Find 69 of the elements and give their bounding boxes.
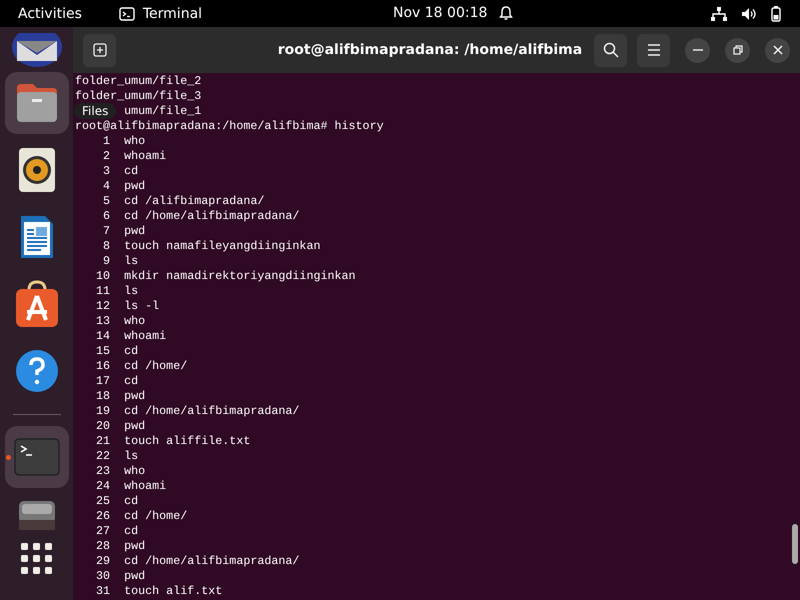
terminal-line: 30 pwd (95, 569, 146, 583)
terminal-line: 1 who (102, 134, 146, 148)
new-tab-button[interactable] (83, 34, 116, 66)
terminal-line: 7 pwd (102, 224, 146, 238)
terminal-line: 21 touch aliffile.txt (95, 434, 250, 448)
new-tab-icon (92, 43, 106, 57)
terminal-line: folder_umum/file_3 (75, 89, 202, 103)
window-title: root@alifbimapradana: /home/alifbima (276, 42, 584, 58)
terminal-line: 28 pwd (95, 539, 146, 553)
minimize-icon (692, 49, 702, 51)
close-icon (772, 45, 782, 55)
search-icon (602, 42, 618, 58)
activities-button[interactable]: Activities (18, 6, 82, 22)
terminal-line: umum/file_1 (124, 104, 202, 118)
minimize-button[interactable] (685, 38, 710, 62)
terminal-line: 17 cd (95, 374, 138, 388)
battery-icon[interactable] (771, 6, 781, 22)
search-button[interactable] (594, 34, 627, 66)
terminal-line: 8 touch namafileyangdiinginkan (102, 239, 320, 253)
folder-icon (14, 82, 58, 124)
terminal-line: 23 who (95, 464, 146, 478)
close-button[interactable] (765, 38, 790, 62)
terminal-line: 11 ls (95, 284, 138, 298)
volume-icon[interactable] (741, 6, 757, 20)
terminal-line: 27 cd (95, 524, 138, 538)
terminal-icon (118, 6, 135, 20)
terminal-line: 31 touch alif.txt (95, 584, 222, 598)
bell-icon[interactable] (499, 5, 513, 21)
terminal-line: 24 whoami (95, 479, 166, 493)
document-icon (18, 214, 54, 260)
terminal-line: 15 cd (95, 344, 138, 358)
terminal-line: 9 ls (102, 254, 138, 268)
terminal-line: 29 cd /home/alifbimapradana/ (95, 554, 300, 568)
maximize-button[interactable] (725, 38, 750, 62)
terminal-line: 14 whoami (95, 329, 166, 343)
menu-icon (646, 44, 660, 56)
terminal-line: folder_umum/file_2 (75, 74, 202, 88)
terminal-line: root@alifbimapradana:/home/alifbima# history (75, 119, 384, 133)
clock[interactable]: Nov 18 00:18 (393, 5, 488, 21)
grid-icon (20, 543, 52, 575)
terminal-line: 25 cd (95, 494, 138, 508)
network-icon[interactable] (711, 6, 727, 20)
terminal-line: 4 pwd (102, 179, 146, 193)
terminal-line: 5 cd /alifbimapradana/ (102, 194, 264, 208)
terminal-line: 13 who (95, 314, 146, 328)
speaker-icon (18, 147, 56, 193)
terminal-line: 6 cd /home/alifbimapradana/ (102, 209, 300, 223)
bird-envelope-icon (10, 33, 62, 67)
terminal-line: 2 whoami (102, 149, 166, 163)
terminal-icon (14, 438, 60, 476)
terminal-line: 19 cd /home/alifbimapradana/ (95, 404, 300, 418)
drive-icon (18, 500, 56, 530)
terminal-line: 22 ls (95, 449, 138, 463)
dock-item[interactable] (4, 72, 68, 134)
terminal-line: 18 pwd (95, 389, 146, 403)
scrollbar-thumb[interactable] (792, 524, 798, 564)
restore-icon (732, 45, 742, 55)
running-dot (6, 455, 10, 460)
app-menu[interactable]: Terminal (142, 6, 202, 22)
terminal-line: 16 cd /home/ (95, 359, 188, 373)
shopping-bag-icon (14, 280, 60, 328)
terminal-line: 3 cd (102, 164, 138, 178)
terminal-line: 26 cd /home/ (95, 509, 188, 523)
terminal-line: 10 mkdir namadirektoriyangdiinginkan (95, 269, 356, 283)
terminal-line: 12 ls -l (95, 299, 160, 313)
tooltip: Files (74, 103, 116, 119)
help-icon (14, 349, 58, 393)
menu-button[interactable] (637, 34, 670, 66)
terminal-line: 20 pwd (95, 419, 146, 433)
